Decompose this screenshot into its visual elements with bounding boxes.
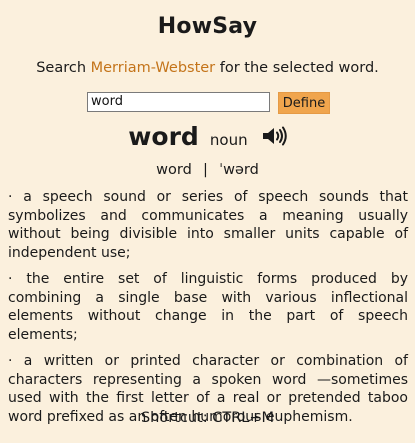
define-button[interactable]: Define — [278, 92, 330, 114]
word-input[interactable] — [87, 92, 270, 112]
pronunciation: word | ˈwərd — [156, 162, 259, 178]
tagline-prefix: Search — [36, 60, 91, 76]
headword-row: word noun — [0, 122, 415, 154]
app-title: HowSay — [157, 14, 258, 39]
howsay-popup: HowSay Search Merriam-Webster for the se… — [0, 0, 415, 443]
definition-item: · a speech sound or series of speech sou… — [8, 189, 408, 261]
tagline: Search Merriam-Webster for the selected … — [0, 60, 415, 76]
merriam-webster-link[interactable]: Merriam-Webster — [91, 60, 216, 76]
part-of-speech: noun — [209, 131, 248, 149]
headword: word — [128, 122, 199, 151]
shortcut-hint: Shortcut: CTRL+M — [140, 410, 275, 426]
definition-item: · the entire set of linguistic forms pro… — [8, 271, 408, 343]
tagline-suffix: for the selected word. — [215, 60, 379, 76]
definitions-list: · a speech sound or series of speech sou… — [8, 188, 408, 434]
speaker-icon[interactable] — [261, 125, 287, 147]
